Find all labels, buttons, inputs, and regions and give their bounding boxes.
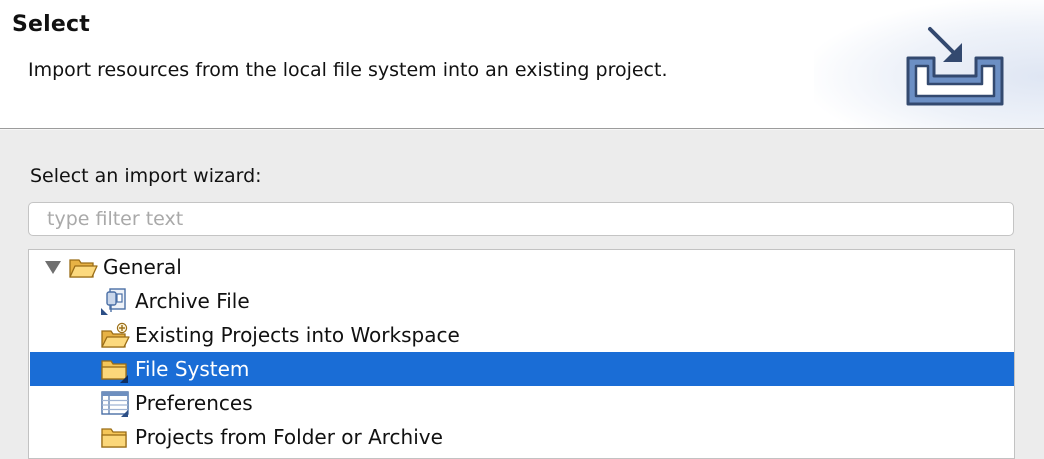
tree-item-file-system[interactable]: File System bbox=[30, 352, 1014, 386]
folder-icon bbox=[101, 360, 128, 383]
wizard-banner: Select Import resources from the local f… bbox=[0, 0, 1044, 128]
wizard-tree[interactable]: General Archive File Existing Projects i… bbox=[28, 249, 1015, 459]
open-folder-icon bbox=[69, 259, 98, 278]
tree-item-label: Archive File bbox=[135, 289, 250, 313]
preferences-icon bbox=[101, 391, 129, 417]
tree-item-archive-file[interactable]: Archive File bbox=[30, 284, 1014, 318]
tree-item-general[interactable]: General bbox=[30, 250, 1014, 284]
expand-triangle-icon[interactable] bbox=[45, 261, 61, 274]
tree-item-label: General bbox=[103, 255, 182, 279]
page-title: Select bbox=[12, 12, 90, 37]
tree-item-label: Preferences bbox=[135, 391, 253, 415]
banner-separator-highlight bbox=[0, 129, 1044, 130]
project-folder-icon bbox=[101, 322, 130, 348]
tree-item-projects-from-folder[interactable]: Projects from Folder or Archive bbox=[30, 420, 1014, 454]
archive-file-icon bbox=[101, 288, 126, 315]
tree-item-preferences[interactable]: Preferences bbox=[30, 386, 1014, 420]
tree-item-existing-projects[interactable]: Existing Projects into Workspace bbox=[30, 318, 1014, 352]
filter-input[interactable] bbox=[28, 202, 1014, 236]
page-description: Import resources from the local file sys… bbox=[28, 59, 668, 81]
import-wizard-icon bbox=[906, 27, 1004, 106]
tree-item-label: Existing Projects into Workspace bbox=[135, 323, 460, 347]
tree-item-label: Projects from Folder or Archive bbox=[135, 425, 443, 449]
folder-icon bbox=[101, 428, 127, 448]
tree-item-label: File System bbox=[135, 357, 250, 381]
wizard-list-label: Select an import wizard: bbox=[30, 165, 262, 187]
